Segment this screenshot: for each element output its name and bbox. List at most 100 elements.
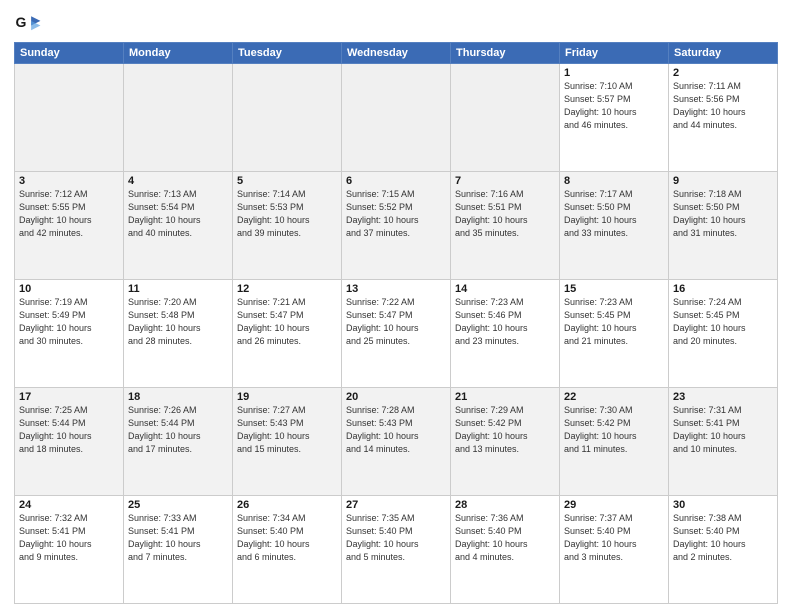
- day-number: 20: [346, 391, 446, 403]
- day-info: Sunrise: 7:35 AM Sunset: 5:40 PM Dayligh…: [346, 512, 446, 564]
- calendar-cell: [342, 64, 451, 172]
- day-number: 8: [564, 175, 664, 187]
- day-number: 1: [564, 67, 664, 79]
- calendar-cell: 10Sunrise: 7:19 AM Sunset: 5:49 PM Dayli…: [15, 280, 124, 388]
- calendar-week-row: 17Sunrise: 7:25 AM Sunset: 5:44 PM Dayli…: [15, 388, 778, 496]
- day-info: Sunrise: 7:38 AM Sunset: 5:40 PM Dayligh…: [673, 512, 773, 564]
- day-info: Sunrise: 7:13 AM Sunset: 5:54 PM Dayligh…: [128, 188, 228, 240]
- calendar-cell: 26Sunrise: 7:34 AM Sunset: 5:40 PM Dayli…: [233, 496, 342, 604]
- calendar-cell: [124, 64, 233, 172]
- calendar-cell: 7Sunrise: 7:16 AM Sunset: 5:51 PM Daylig…: [451, 172, 560, 280]
- day-number: 7: [455, 175, 555, 187]
- calendar-header-friday: Friday: [560, 43, 669, 64]
- day-number: 5: [237, 175, 337, 187]
- day-number: 24: [19, 499, 119, 511]
- calendar-cell: [451, 64, 560, 172]
- day-info: Sunrise: 7:19 AM Sunset: 5:49 PM Dayligh…: [19, 296, 119, 348]
- calendar-cell: 23Sunrise: 7:31 AM Sunset: 5:41 PM Dayli…: [669, 388, 778, 496]
- day-info: Sunrise: 7:15 AM Sunset: 5:52 PM Dayligh…: [346, 188, 446, 240]
- calendar-cell: 25Sunrise: 7:33 AM Sunset: 5:41 PM Dayli…: [124, 496, 233, 604]
- day-number: 4: [128, 175, 228, 187]
- day-number: 9: [673, 175, 773, 187]
- calendar-cell: [233, 64, 342, 172]
- calendar-cell: 2Sunrise: 7:11 AM Sunset: 5:56 PM Daylig…: [669, 64, 778, 172]
- calendar-cell: 1Sunrise: 7:10 AM Sunset: 5:57 PM Daylig…: [560, 64, 669, 172]
- calendar-cell: 28Sunrise: 7:36 AM Sunset: 5:40 PM Dayli…: [451, 496, 560, 604]
- day-info: Sunrise: 7:27 AM Sunset: 5:43 PM Dayligh…: [237, 404, 337, 456]
- logo: G: [14, 10, 46, 38]
- day-info: Sunrise: 7:32 AM Sunset: 5:41 PM Dayligh…: [19, 512, 119, 564]
- page: G SundayMondayTuesdayWednesdayThursdayFr…: [0, 0, 792, 612]
- day-number: 10: [19, 283, 119, 295]
- day-number: 22: [564, 391, 664, 403]
- calendar-header-sunday: Sunday: [15, 43, 124, 64]
- day-info: Sunrise: 7:12 AM Sunset: 5:55 PM Dayligh…: [19, 188, 119, 240]
- day-info: Sunrise: 7:37 AM Sunset: 5:40 PM Dayligh…: [564, 512, 664, 564]
- day-info: Sunrise: 7:34 AM Sunset: 5:40 PM Dayligh…: [237, 512, 337, 564]
- calendar-cell: 3Sunrise: 7:12 AM Sunset: 5:55 PM Daylig…: [15, 172, 124, 280]
- day-number: 30: [673, 499, 773, 511]
- day-number: 25: [128, 499, 228, 511]
- day-info: Sunrise: 7:21 AM Sunset: 5:47 PM Dayligh…: [237, 296, 337, 348]
- day-info: Sunrise: 7:11 AM Sunset: 5:56 PM Dayligh…: [673, 80, 773, 132]
- day-number: 28: [455, 499, 555, 511]
- calendar-cell: 6Sunrise: 7:15 AM Sunset: 5:52 PM Daylig…: [342, 172, 451, 280]
- day-info: Sunrise: 7:25 AM Sunset: 5:44 PM Dayligh…: [19, 404, 119, 456]
- calendar-cell: 11Sunrise: 7:20 AM Sunset: 5:48 PM Dayli…: [124, 280, 233, 388]
- day-number: 26: [237, 499, 337, 511]
- calendar-header-tuesday: Tuesday: [233, 43, 342, 64]
- calendar-cell: 20Sunrise: 7:28 AM Sunset: 5:43 PM Dayli…: [342, 388, 451, 496]
- calendar-cell: 17Sunrise: 7:25 AM Sunset: 5:44 PM Dayli…: [15, 388, 124, 496]
- day-info: Sunrise: 7:31 AM Sunset: 5:41 PM Dayligh…: [673, 404, 773, 456]
- day-info: Sunrise: 7:36 AM Sunset: 5:40 PM Dayligh…: [455, 512, 555, 564]
- calendar-header-row: SundayMondayTuesdayWednesdayThursdayFrid…: [15, 43, 778, 64]
- day-number: 23: [673, 391, 773, 403]
- calendar-cell: 14Sunrise: 7:23 AM Sunset: 5:46 PM Dayli…: [451, 280, 560, 388]
- day-info: Sunrise: 7:26 AM Sunset: 5:44 PM Dayligh…: [128, 404, 228, 456]
- day-info: Sunrise: 7:22 AM Sunset: 5:47 PM Dayligh…: [346, 296, 446, 348]
- day-number: 6: [346, 175, 446, 187]
- day-info: Sunrise: 7:29 AM Sunset: 5:42 PM Dayligh…: [455, 404, 555, 456]
- calendar-header-wednesday: Wednesday: [342, 43, 451, 64]
- day-number: 16: [673, 283, 773, 295]
- day-info: Sunrise: 7:24 AM Sunset: 5:45 PM Dayligh…: [673, 296, 773, 348]
- calendar-week-row: 10Sunrise: 7:19 AM Sunset: 5:49 PM Dayli…: [15, 280, 778, 388]
- day-info: Sunrise: 7:14 AM Sunset: 5:53 PM Dayligh…: [237, 188, 337, 240]
- calendar-cell: 12Sunrise: 7:21 AM Sunset: 5:47 PM Dayli…: [233, 280, 342, 388]
- calendar-cell: 22Sunrise: 7:30 AM Sunset: 5:42 PM Dayli…: [560, 388, 669, 496]
- calendar-cell: 27Sunrise: 7:35 AM Sunset: 5:40 PM Dayli…: [342, 496, 451, 604]
- calendar-header-saturday: Saturday: [669, 43, 778, 64]
- day-info: Sunrise: 7:17 AM Sunset: 5:50 PM Dayligh…: [564, 188, 664, 240]
- day-info: Sunrise: 7:28 AM Sunset: 5:43 PM Dayligh…: [346, 404, 446, 456]
- day-info: Sunrise: 7:20 AM Sunset: 5:48 PM Dayligh…: [128, 296, 228, 348]
- day-info: Sunrise: 7:23 AM Sunset: 5:45 PM Dayligh…: [564, 296, 664, 348]
- day-info: Sunrise: 7:18 AM Sunset: 5:50 PM Dayligh…: [673, 188, 773, 240]
- day-number: 3: [19, 175, 119, 187]
- day-number: 2: [673, 67, 773, 79]
- day-info: Sunrise: 7:23 AM Sunset: 5:46 PM Dayligh…: [455, 296, 555, 348]
- calendar-cell: 24Sunrise: 7:32 AM Sunset: 5:41 PM Dayli…: [15, 496, 124, 604]
- day-info: Sunrise: 7:30 AM Sunset: 5:42 PM Dayligh…: [564, 404, 664, 456]
- calendar-week-row: 1Sunrise: 7:10 AM Sunset: 5:57 PM Daylig…: [15, 64, 778, 172]
- day-number: 29: [564, 499, 664, 511]
- day-number: 27: [346, 499, 446, 511]
- calendar-cell: 30Sunrise: 7:38 AM Sunset: 5:40 PM Dayli…: [669, 496, 778, 604]
- header: G: [14, 10, 778, 38]
- calendar-cell: 4Sunrise: 7:13 AM Sunset: 5:54 PM Daylig…: [124, 172, 233, 280]
- day-info: Sunrise: 7:16 AM Sunset: 5:51 PM Dayligh…: [455, 188, 555, 240]
- day-info: Sunrise: 7:33 AM Sunset: 5:41 PM Dayligh…: [128, 512, 228, 564]
- day-number: 19: [237, 391, 337, 403]
- logo-icon: G: [14, 10, 42, 38]
- calendar-cell: 9Sunrise: 7:18 AM Sunset: 5:50 PM Daylig…: [669, 172, 778, 280]
- day-number: 18: [128, 391, 228, 403]
- calendar-cell: 21Sunrise: 7:29 AM Sunset: 5:42 PM Dayli…: [451, 388, 560, 496]
- day-info: Sunrise: 7:10 AM Sunset: 5:57 PM Dayligh…: [564, 80, 664, 132]
- calendar-week-row: 3Sunrise: 7:12 AM Sunset: 5:55 PM Daylig…: [15, 172, 778, 280]
- calendar-cell: 5Sunrise: 7:14 AM Sunset: 5:53 PM Daylig…: [233, 172, 342, 280]
- calendar-cell: 15Sunrise: 7:23 AM Sunset: 5:45 PM Dayli…: [560, 280, 669, 388]
- day-number: 17: [19, 391, 119, 403]
- calendar-table: SundayMondayTuesdayWednesdayThursdayFrid…: [14, 42, 778, 604]
- calendar-week-row: 24Sunrise: 7:32 AM Sunset: 5:41 PM Dayli…: [15, 496, 778, 604]
- day-number: 21: [455, 391, 555, 403]
- day-number: 11: [128, 283, 228, 295]
